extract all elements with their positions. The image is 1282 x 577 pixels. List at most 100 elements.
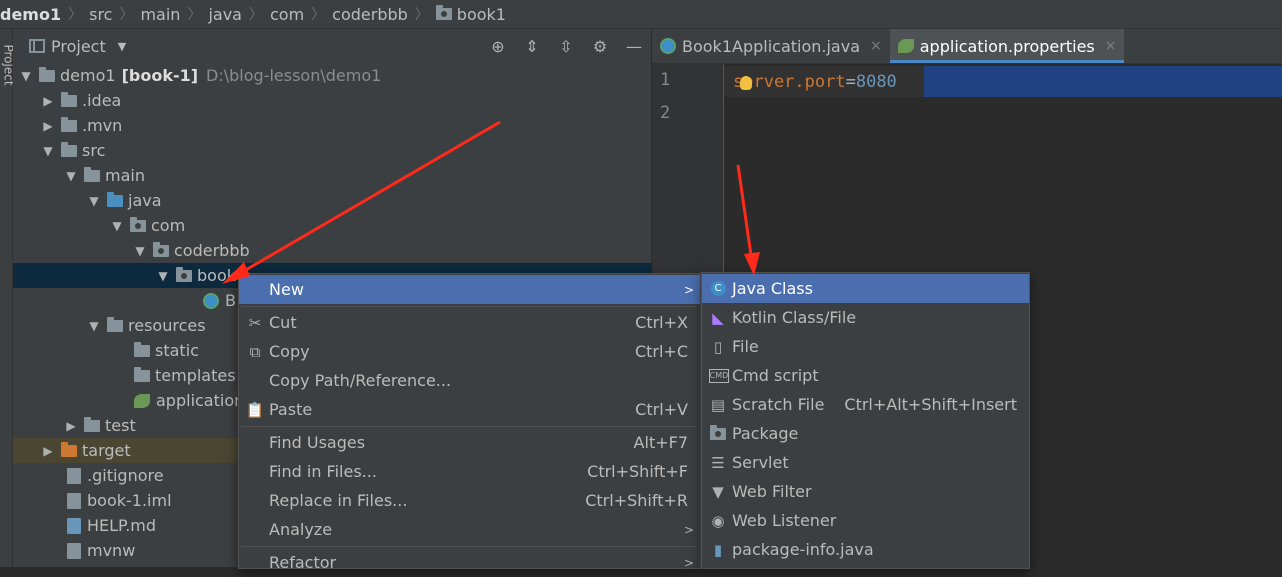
- breadcrumb-demo1[interactable]: demo1: [0, 0, 65, 28]
- submenu-item-java-class[interactable]: C Java Class: [702, 274, 1029, 303]
- chevron-right-icon[interactable]: ▶: [41, 119, 55, 133]
- chevron-down-icon[interactable]: ▼: [156, 269, 170, 283]
- breadcrumb-separator: 〉: [119, 7, 134, 23]
- chevron-down-icon[interactable]: ▼: [110, 219, 124, 233]
- submenu-item-web-listener[interactable]: ◉ Web Listener: [702, 506, 1029, 535]
- tree-item-demo1[interactable]: ▼ demo1 [book-1] D:\blog-lesson\demo1: [13, 63, 657, 88]
- breadcrumb-book1[interactable]: book1: [432, 0, 510, 28]
- collapse-all-icon[interactable]: ⇳: [555, 35, 577, 57]
- spring-class-icon: [660, 38, 676, 54]
- menu-item-analyze[interactable]: Analyze >: [239, 515, 700, 544]
- menu-item-label: package-info.java: [732, 540, 874, 559]
- menu-item-find-in-files[interactable]: Find in Files... Ctrl+Shift+F: [239, 457, 700, 486]
- close-icon[interactable]: ×: [1105, 38, 1117, 54]
- breadcrumb-java[interactable]: java: [204, 0, 246, 28]
- submenu-item-scratch-file[interactable]: ▤ Scratch File Ctrl+Alt+Shift+Insert: [702, 390, 1029, 419]
- submenu-item-package-info[interactable]: ▮ package-info.java: [702, 535, 1029, 564]
- property-equals: =: [845, 72, 856, 92]
- servlet-icon: ☰: [711, 453, 725, 472]
- folder-icon: [84, 166, 100, 182]
- tree-item-label: static: [155, 341, 199, 360]
- spring-leaf-icon: [134, 393, 150, 408]
- excluded-folder-icon: [61, 441, 77, 457]
- tool-window-stripe: [0, 29, 13, 567]
- project-panel-header: Project ▼ ⊕ ⇕ ⇳ ⚙ —: [13, 29, 651, 63]
- tree-item-com[interactable]: ▼ com: [13, 213, 748, 238]
- menu-item-label: Find Usages: [269, 433, 366, 452]
- locate-target-icon[interactable]: ⊕: [487, 35, 509, 57]
- project-view-selector[interactable]: Project ▼: [29, 37, 126, 56]
- context-menu: New > ✂ Cut Ctrl+X ⧉ Copy Ctrl+C Copy Pa…: [238, 273, 701, 572]
- close-icon[interactable]: ×: [870, 38, 882, 54]
- breadcrumb: demo1 〉 src 〉 main 〉 java 〉 com 〉 coderb…: [0, 0, 1282, 29]
- menu-item-cut[interactable]: ✂ Cut Ctrl+X: [239, 308, 700, 337]
- menu-item-label: Copy: [269, 342, 310, 361]
- tree-item-label: HELP.md: [87, 516, 157, 535]
- chevron-down-icon: ▼: [117, 39, 127, 53]
- tree-item-label: mvnw: [87, 541, 136, 560]
- tree-item-java[interactable]: ▼ java: [13, 188, 725, 213]
- property-value: 8080: [855, 72, 897, 92]
- submenu-item-kotlin[interactable]: ◣ Kotlin Class/File: [702, 303, 1029, 332]
- minimize-icon[interactable]: —: [623, 35, 645, 57]
- breadcrumb-separator: 〉: [187, 7, 202, 23]
- tree-item-main[interactable]: ▼ main: [13, 163, 702, 188]
- chevron-down-icon[interactable]: ▼: [41, 144, 55, 158]
- lightbulb-icon[interactable]: [740, 76, 752, 90]
- chevron-right-icon[interactable]: ▶: [41, 444, 55, 458]
- menu-item-copy[interactable]: ⧉ Copy Ctrl+C: [239, 337, 700, 366]
- menu-item-label: Web Listener: [732, 511, 837, 530]
- breadcrumb-separator: 〉: [414, 7, 429, 23]
- chevron-down-icon[interactable]: ▼: [19, 69, 33, 83]
- tree-item-src[interactable]: ▼ src: [13, 138, 679, 163]
- menu-item-shortcut: Ctrl+Alt+Shift+Insert: [844, 395, 1017, 414]
- menu-item-replace-in-files[interactable]: Replace in Files... Ctrl+Shift+R: [239, 486, 700, 515]
- breadcrumb-src[interactable]: src: [85, 0, 116, 28]
- menu-item-copy-path[interactable]: Copy Path/Reference...: [239, 366, 700, 395]
- tab-label: application.properties: [919, 36, 1095, 56]
- tree-item-mvn[interactable]: ▶ .mvn: [13, 113, 679, 138]
- chevron-down-icon[interactable]: ▼: [133, 244, 147, 258]
- submenu-item-servlet[interactable]: ☰ Servlet: [702, 448, 1029, 477]
- cmd-script-icon: CMD: [709, 368, 729, 383]
- tree-item-label: target: [82, 441, 131, 460]
- menu-item-new[interactable]: New >: [239, 275, 700, 304]
- chevron-down-icon[interactable]: ▼: [64, 169, 78, 183]
- tree-item-label: com: [151, 216, 186, 235]
- menu-item-shortcut: Ctrl+Shift+F: [587, 462, 688, 481]
- menu-item-refactor[interactable]: Refactor >: [239, 548, 700, 577]
- scratch-file-icon: ▤: [710, 395, 726, 414]
- tree-item-label: .gitignore: [87, 466, 164, 485]
- folder-icon: [134, 341, 150, 357]
- expand-all-icon[interactable]: ⇕: [521, 35, 543, 57]
- menu-item-label: Package: [732, 424, 799, 443]
- tree-item-idea[interactable]: ▶ .idea: [13, 88, 679, 113]
- chevron-right-icon[interactable]: ▶: [41, 94, 55, 108]
- menu-item-find-usages[interactable]: Find Usages Alt+F7: [239, 428, 700, 457]
- submenu-item-cmd-script[interactable]: CMD Cmd script: [702, 361, 1029, 390]
- new-submenu: C Java Class ◣ Kotlin Class/File ▯ File …: [701, 272, 1030, 569]
- menu-item-shortcut: Ctrl+V: [635, 400, 688, 419]
- submenu-item-web-filter[interactable]: ▼ Web Filter: [702, 477, 1029, 506]
- tab-application-properties[interactable]: application.properties ×: [889, 29, 1125, 63]
- folder-icon: [84, 416, 100, 432]
- menu-divider: [241, 546, 698, 547]
- tab-book1application[interactable]: Book1Application.java ×: [652, 29, 890, 63]
- breadcrumb-main[interactable]: main: [136, 0, 184, 28]
- code-line-1[interactable]: server.port=8080: [733, 68, 897, 96]
- breadcrumb-coderbbb[interactable]: coderbbb: [328, 0, 412, 28]
- breadcrumb-book1-label: book1: [456, 4, 506, 24]
- chevron-down-icon[interactable]: ▼: [87, 194, 101, 208]
- submenu-item-package[interactable]: Package: [702, 419, 1029, 448]
- tree-item-module-name: [book-1]: [121, 66, 199, 85]
- folder-icon: [61, 91, 77, 107]
- gear-icon[interactable]: ⚙: [589, 35, 611, 57]
- selection-highlight: [924, 66, 1282, 97]
- tree-item-label: src: [82, 141, 106, 160]
- breadcrumb-com[interactable]: com: [266, 0, 308, 28]
- submenu-item-file[interactable]: ▯ File: [702, 332, 1029, 361]
- chevron-down-icon[interactable]: ▼: [87, 319, 101, 333]
- package-folder-icon: [153, 241, 169, 257]
- chevron-right-icon[interactable]: ▶: [64, 419, 78, 433]
- menu-item-paste[interactable]: 📋 Paste Ctrl+V: [239, 395, 700, 424]
